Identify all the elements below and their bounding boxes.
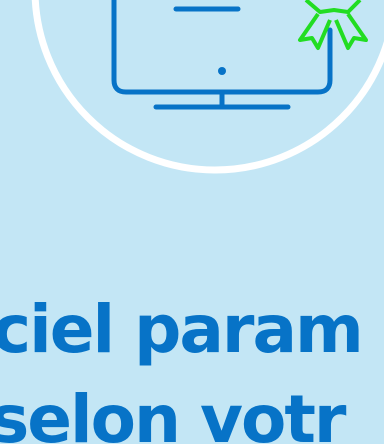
headline-line-1: ciel param	[0, 291, 364, 368]
headline: ciel param selon votr	[0, 275, 384, 444]
hero-illustration	[31, 0, 384, 174]
headline-line-2: selon votr	[0, 381, 346, 444]
